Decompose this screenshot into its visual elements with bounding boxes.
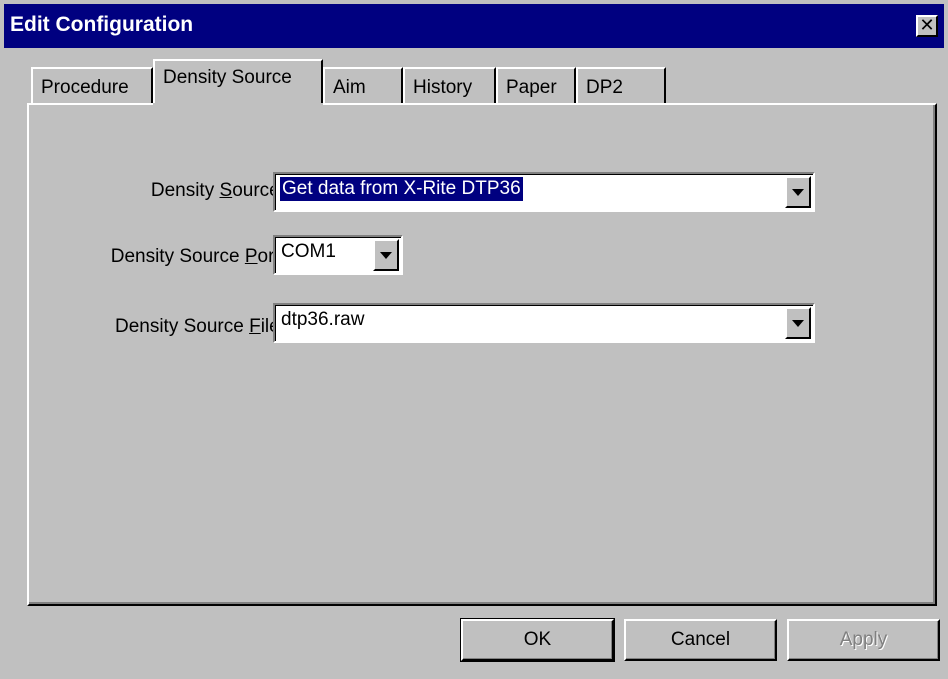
tab-label: DP2 (586, 77, 623, 98)
chevron-down-icon (380, 251, 392, 259)
cancel-label: Cancel (670, 629, 731, 650)
tab-history[interactable]: History (403, 67, 496, 105)
tab-label: Procedure (41, 77, 129, 98)
ok-button[interactable]: OK (460, 618, 615, 662)
density-source-file-label: Density Source File: (114, 316, 285, 337)
density-source-port-value: COM1 (281, 241, 336, 262)
tab-panel-density-source: Density Source: Get data from X-Rite DTP… (27, 103, 937, 606)
edit-configuration-dialog: Edit Configuration ✕ Procedure Density S… (0, 0, 948, 679)
tab-label: Aim (333, 77, 366, 98)
chevron-down-icon (792, 319, 804, 327)
close-icon: ✕ (919, 15, 935, 35)
density-source-dropdown-button[interactable] (785, 176, 811, 208)
close-button[interactable]: ✕ (916, 15, 938, 37)
density-source-value: Get data from X-Rite DTP36 (280, 177, 523, 201)
ok-label: OK (523, 629, 552, 650)
density-source-file-dropdown-button[interactable] (785, 307, 811, 339)
title-bar[interactable]: Edit Configuration ✕ (4, 4, 944, 48)
tab-dp2[interactable]: DP2 (576, 67, 666, 105)
tab-label: Paper (506, 77, 557, 98)
density-source-label: Density Source: (150, 180, 285, 201)
window-title: Edit Configuration (10, 13, 194, 36)
density-source-file-select[interactable]: dtp36.raw (273, 303, 815, 343)
tab-procedure[interactable]: Procedure (31, 67, 153, 105)
density-source-select[interactable]: Get data from X-Rite DTP36 (273, 172, 815, 212)
cancel-button[interactable]: Cancel (624, 619, 777, 661)
chevron-down-icon (792, 188, 804, 196)
tab-label: History (413, 77, 473, 98)
tab-density-source[interactable]: Density Source (153, 59, 323, 109)
density-source-port-label: Density Source Port: (110, 246, 285, 267)
apply-label: Apply (839, 629, 888, 650)
density-source-port-dropdown-button[interactable] (373, 239, 399, 271)
tab-aim[interactable]: Aim (323, 67, 403, 105)
tab-label: Density Source (163, 67, 292, 88)
density-source-file-value: dtp36.raw (281, 309, 365, 330)
tab-paper[interactable]: Paper (496, 67, 576, 105)
density-source-port-select[interactable]: COM1 (273, 235, 403, 275)
apply-button[interactable]: Apply (787, 619, 940, 661)
